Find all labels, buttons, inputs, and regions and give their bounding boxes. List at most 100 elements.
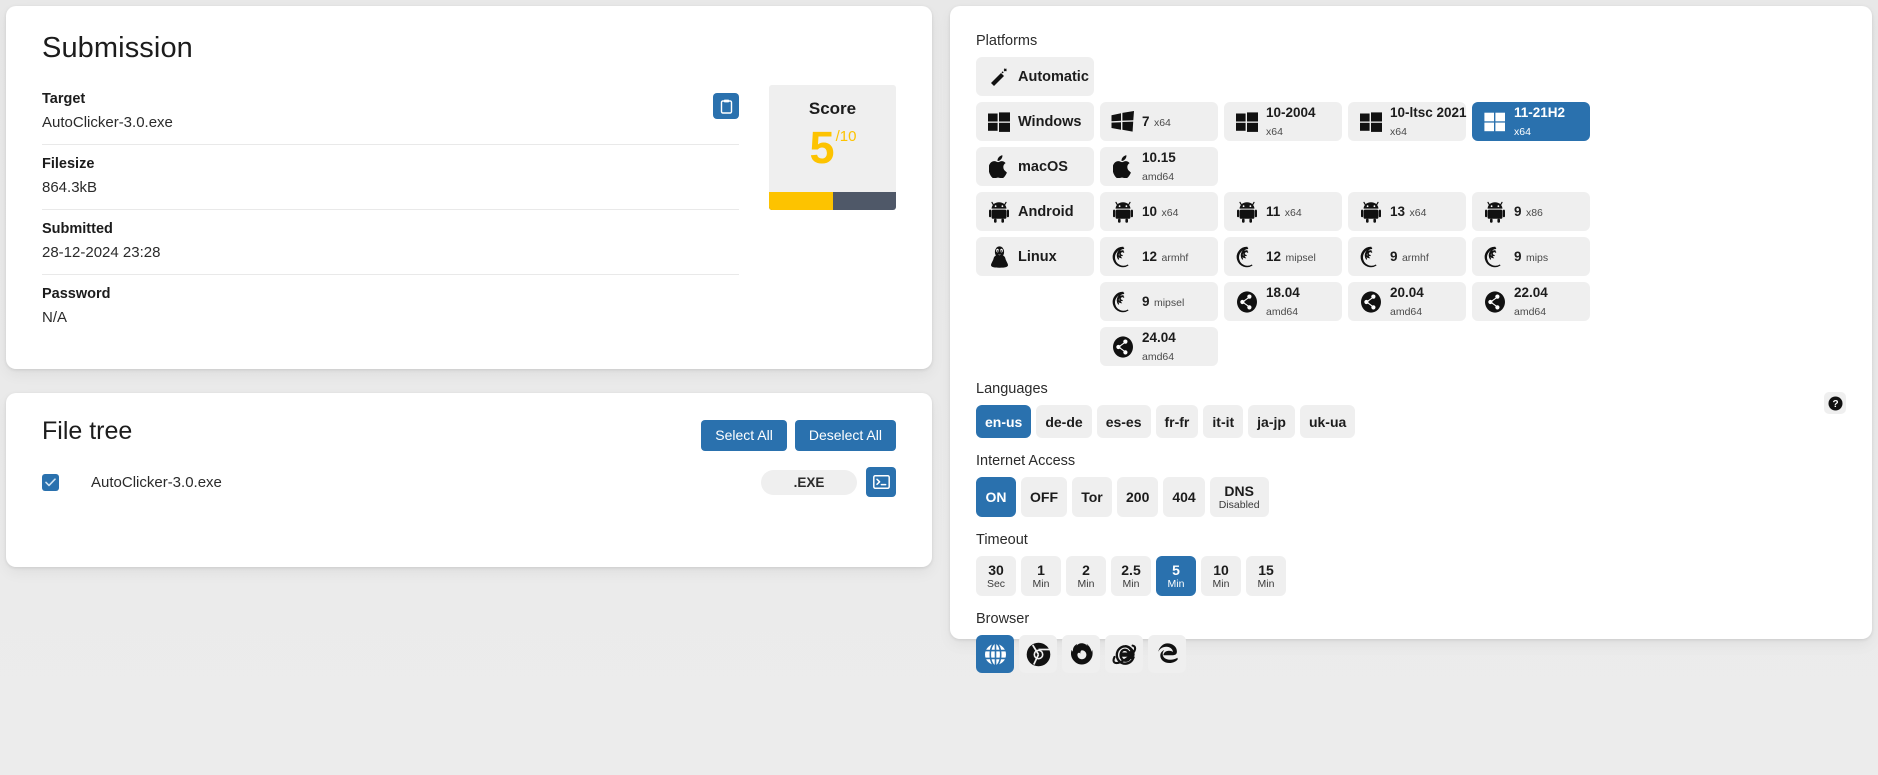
field-label: Password	[42, 286, 111, 302]
apple-icon	[1110, 154, 1136, 180]
language-option[interactable]: fr-fr	[1155, 405, 1199, 438]
field-label: Submitted	[42, 221, 113, 237]
platform-version-tile[interactable]: 24.04 amd64	[1100, 327, 1218, 366]
internet-access-option[interactable]: OFF	[1021, 477, 1067, 517]
internet-access-option-label: Tor	[1081, 489, 1103, 505]
android-icon	[1482, 199, 1508, 225]
platform-version-arch: amd64	[1514, 305, 1547, 318]
platform-version-tile[interactable]: 10-ltsc 2021 x64	[1348, 102, 1467, 141]
timeout-option[interactable]: 2 Min	[1066, 556, 1106, 596]
platform-version-tile[interactable]: 10 x64	[1100, 192, 1218, 231]
internet-access-label: Internet Access	[976, 453, 1076, 469]
deselect-all-button[interactable]: Deselect All	[794, 420, 896, 451]
debian-icon	[1110, 244, 1136, 270]
score-bar	[769, 192, 896, 210]
platform-version-name: 13	[1390, 203, 1406, 219]
debian-icon	[1482, 244, 1508, 270]
edge-icon[interactable]	[1148, 635, 1186, 673]
timeout-option[interactable]: 2.5 Min	[1111, 556, 1151, 596]
debian-icon	[1358, 244, 1384, 270]
score-max: /10	[835, 128, 857, 145]
platform-version-tile[interactable]: 22.04 amd64	[1472, 282, 1590, 321]
internet-explorer-icon[interactable]	[1105, 635, 1143, 673]
platform-version-tile[interactable]: 20.04 amd64	[1348, 282, 1466, 321]
windows11-icon	[1482, 109, 1508, 135]
left-column: Submission Target AutoClicker-3.0.exe Fi…	[6, 6, 932, 567]
language-option[interactable]: es-es	[1096, 405, 1151, 438]
platform-automatic[interactable]: Automatic	[976, 57, 1094, 96]
platform-version-tile[interactable]: 9 mipsel	[1100, 282, 1218, 321]
timeout-option[interactable]: 30 Sec	[976, 556, 1016, 596]
platform-os-label: Linux	[1018, 248, 1057, 265]
platform-version-tile[interactable]: 9 x86	[1472, 192, 1590, 231]
language-option-label: ja-jp	[1257, 413, 1286, 430]
platform-row-automatic: Automatic	[976, 57, 1846, 96]
platform-os-macos[interactable]: macOS	[976, 147, 1094, 186]
platform-version-tile[interactable]: 10-2004 x64	[1224, 102, 1342, 141]
clipboard-icon[interactable]	[713, 93, 739, 119]
timeout-option[interactable]: 15 Min	[1246, 556, 1286, 596]
platform-version-tile[interactable]: 12 armhf	[1100, 237, 1218, 276]
internet-access-option[interactable]: Tor	[1072, 477, 1112, 517]
terminal-icon[interactable]	[866, 467, 896, 497]
internet-access-option[interactable]: ON	[976, 477, 1016, 517]
field-value: AutoClicker-3.0.exe	[42, 114, 173, 131]
platform-version-name: 10-ltsc 2021	[1390, 104, 1467, 120]
timeout-option-unit: Min	[1077, 578, 1095, 590]
language-option[interactable]: uk-ua	[1299, 405, 1356, 438]
platform-version-tile[interactable]: 9 mips	[1472, 237, 1590, 276]
ubuntu-icon	[1110, 334, 1136, 360]
platform-version-tile[interactable]: 10.15 amd64	[1100, 147, 1218, 186]
internet-access-group: Internet Access ON OFF Tor 200 404 DNS Disable…	[976, 452, 1846, 517]
language-option[interactable]: ja-jp	[1248, 405, 1295, 438]
language-option[interactable]: en-us	[976, 405, 1032, 438]
score-label: Score	[808, 99, 857, 118]
timeout-option[interactable]: 5 Min	[1156, 556, 1196, 596]
timeout-option-unit: Min	[1122, 578, 1140, 590]
field-value: N/A	[42, 309, 68, 326]
field-value: 28-12-2024 23:28	[42, 244, 161, 261]
timeout-group: Timeout 30 Sec 1 Min 2 Min 2.5 Min 5 Min 10 Min 15 Mi…	[976, 531, 1846, 596]
platform-os-android[interactable]: Android	[976, 192, 1094, 231]
windows-classic-icon	[1110, 109, 1136, 135]
platform-os-windows[interactable]: Windows	[976, 102, 1094, 141]
platform-version-arch: amd64	[1142, 350, 1175, 363]
file-checkbox[interactable]	[42, 473, 59, 491]
platform-version-arch: x64	[1284, 206, 1302, 219]
platform-version-tile[interactable]: 12 mipsel	[1224, 237, 1342, 276]
field-submitted: Submitted 28-12-2024 23:28	[42, 209, 739, 274]
field-label: Filesize	[42, 156, 95, 172]
platform-version-arch: mipsel	[1153, 296, 1185, 309]
file-name: AutoClicker-3.0.exe	[91, 473, 222, 491]
platform-version-name: 10.15	[1142, 149, 1176, 165]
internet-access-option[interactable]: DNS Disabled	[1209, 477, 1269, 517]
platform-version-tile[interactable]: 7 x64	[1100, 102, 1218, 141]
languages-group: Languages en-us de-de es-es fr-fr it-it ja-jp…	[976, 380, 1846, 438]
internet-access-option[interactable]: 200	[1117, 477, 1159, 517]
platform-version-tile[interactable]: 13 x64	[1348, 192, 1466, 231]
timeout-option[interactable]: 1 Min	[1021, 556, 1061, 596]
linux-tux-icon	[986, 244, 1012, 270]
score-bar-fill	[769, 192, 833, 210]
platform-version-tile[interactable]: 9 armhf	[1348, 237, 1466, 276]
select-all-button[interactable]: Select All	[701, 420, 787, 451]
platform-row-macos: macOS 10.15 amd64	[976, 147, 1846, 186]
help-circle-icon[interactable]: ?	[1824, 392, 1846, 414]
timeout-option[interactable]: 10 Min	[1201, 556, 1241, 596]
chrome-icon[interactable]	[1019, 635, 1057, 673]
platform-automatic-label: Automatic	[1018, 68, 1089, 85]
platform-os-linux[interactable]: Linux	[976, 237, 1094, 276]
language-option[interactable]: it-it	[1203, 405, 1244, 438]
globe-icon[interactable]	[976, 635, 1014, 673]
platform-version-tile[interactable]: 18.04 amd64	[1224, 282, 1342, 321]
platform-version-tile[interactable]: 11-21H2 x64	[1472, 102, 1590, 141]
platform-version-arch: mipsel	[1285, 251, 1316, 264]
language-option[interactable]: de-de	[1036, 405, 1092, 438]
internet-access-option[interactable]: 404	[1163, 477, 1205, 517]
platform-version-tile[interactable]: 11 x64	[1224, 192, 1342, 231]
android-icon	[1358, 199, 1384, 225]
windows-icon	[986, 109, 1012, 135]
windows-icon	[1358, 109, 1384, 135]
internet-access-option-label: 200	[1126, 489, 1150, 505]
firefox-icon[interactable]	[1062, 635, 1100, 673]
